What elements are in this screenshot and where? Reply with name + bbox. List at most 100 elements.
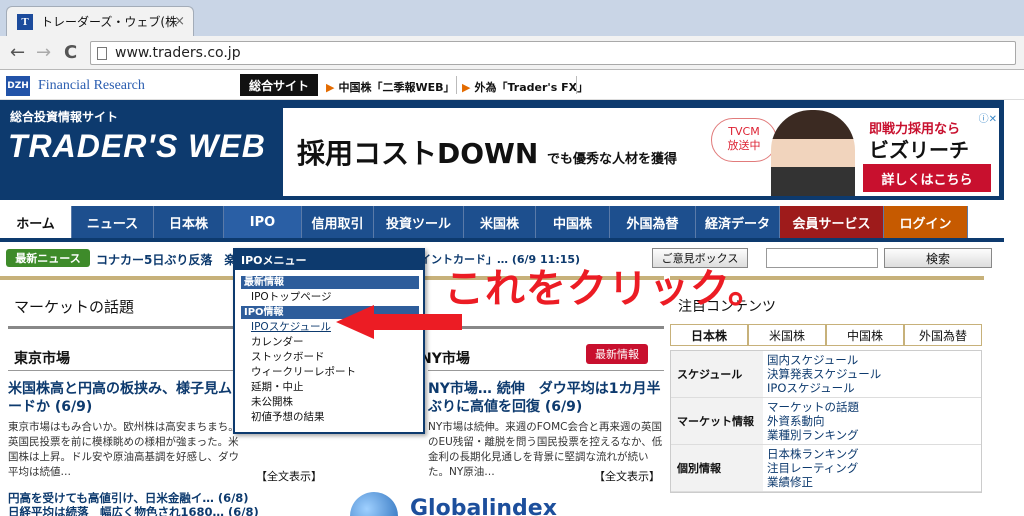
link-foreign-trends[interactable]: 外資系動向 [767,414,977,428]
link-japan-ranking[interactable]: 日本株ランキング [767,447,977,461]
site-tagline: 総合投資情報サイト [10,110,119,124]
ipo-top-page-item[interactable]: IPOトップページ [251,290,331,304]
postponed-item[interactable]: 延期・中止 [251,380,304,394]
sub-news-item[interactable]: 日経平均は続落 幅広く物色され1680… (6/8) [8,504,308,516]
ny-article-headline[interactable]: NY市場… 続伸 ダウ平均は1カ月半ぶりに高値を回復 (6/9) [428,380,668,416]
tokyo-fulltext-link[interactable]: 【全文表示】 [256,468,322,484]
calendar-item[interactable]: カレンダー [251,335,304,349]
link-ipo-schedule[interactable]: IPOスケジュール [767,381,977,395]
tab-china-stocks[interactable]: 中国株 [826,324,904,346]
attention-tabs: 日本株 米国株 中国株 外国為替 [670,324,982,346]
globalindex-logo[interactable]: Globalindex [410,496,557,516]
latest-info-section: 最新情報 [241,276,419,289]
nav-item-2[interactable]: 日本株 [154,206,224,238]
stock-board-item[interactable]: ストックボード [251,350,325,364]
link-ratings[interactable]: 注目レーティング [767,461,977,475]
bizreach-details-button[interactable]: 詳しくはこちら [863,164,991,192]
tab-japan-stocks[interactable]: 日本株 [670,324,748,346]
forward-icon[interactable]: → [36,43,51,63]
ad-banner[interactable]: 採用コストDOWN でも優秀な人材を獲得 TVCM 放送中 即戦力採用なら ビズリ… [283,108,999,196]
latest-news-badge: 最新ニュース [6,249,90,267]
tvcm-label: TVCM [728,125,760,138]
ny-fulltext-link[interactable]: 【全文表示】 [594,468,660,484]
tokyo-market-heading: 東京市場 [14,351,70,367]
attention-table: スケジュール 国内スケジュール 決算発表スケジュール IPOスケジュール マーケ… [670,350,982,493]
nav-item-4[interactable]: 信用取引 [302,206,374,238]
ad-person-image [771,110,855,196]
main-nav: ホーム ニュース 日本株 IPO 信用取引 投資ツール 米国株 中国株 外国為替 経済データ 会員サ… [0,206,1004,238]
row-label: マーケット情報 [671,398,763,444]
tvcm-onair: 放送中 [727,139,761,152]
link-domestic-schedule[interactable]: 国内スケジュール [767,353,977,367]
banner-subtext: でも優秀な人材を獲得 [547,152,678,167]
nav-item-6[interactable]: 米国株 [464,206,536,238]
nav-item-7[interactable]: 中国株 [536,206,610,238]
page-icon [97,46,107,60]
ipo-schedule-item[interactable]: IPOスケジュール [251,320,331,334]
divider [456,76,457,94]
row-links: 日本株ランキング 注目レーティング 業績修正 [763,445,981,491]
ipo-dropdown-menu: IPOメニュー 最新情報 IPOトップページ IPO情報 IPOスケジュール カ… [233,248,425,434]
nav-item-5[interactable]: 投資ツール [374,206,464,238]
red-arrow-icon [336,305,462,339]
site-favicon-icon: T [17,13,33,30]
row-label: 個別情報 [671,445,763,491]
tokyo-article-headline[interactable]: 米国株高と円高の板挟み、様子見ムードか (6/9) [8,380,244,416]
nav-item-11[interactable]: ログイン [884,206,968,238]
table-row: マーケット情報 マーケットの話題 外資系動向 業種別ランキング [671,398,981,445]
nav-item-8[interactable]: 外国為替 [610,206,696,238]
nav-item-10[interactable]: 会員サービス [780,206,884,238]
china-stock-label: 中国株「二季報WEB」 [338,81,455,94]
row-links: マーケットの話題 外資系動向 業種別ランキング [763,398,981,444]
tab-forex[interactable]: 外国為替 [904,324,982,346]
nav-item-1[interactable]: ニュース [72,206,154,238]
financial-research-link[interactable]: Financial Research [38,78,145,94]
nav-item-9[interactable]: 経済データ [696,206,780,238]
ad-close-icon[interactable]: ⓘ✕ [979,110,997,125]
divider [428,370,664,371]
tvcm-badge: TVCM 放送中 [711,118,777,162]
address-bar[interactable]: www.traders.co.jp [90,41,1016,65]
link-sector-ranking[interactable]: 業種別ランキング [767,428,977,442]
general-site-tab[interactable]: 総合サイト [240,74,318,96]
back-icon[interactable]: ← [10,43,25,63]
tokyo-article-body: 東京市場はもみ合いか。欧州株は高安まちまち。英国民投票を前に模様眺めの様相が強ま… [8,421,239,478]
browser-tab[interactable]: T トレーダーズ・ウェブ(株 × [6,6,194,36]
dzh-logo[interactable]: DZH [6,76,30,96]
arrow-right-icon: ▶ [462,81,471,94]
nav-item-3[interactable]: IPO [224,206,302,238]
table-row: スケジュール 国内スケジュール 決算発表スケジュール IPOスケジュール [671,351,981,398]
new-info-button[interactable]: 最新情報 [586,344,648,364]
fx-label: 外為「Trader's FX」 [474,81,589,94]
banner-headline: 採用コストDOWN [297,137,539,170]
bizreach-name: ビズリーチ [869,138,969,162]
divider [576,76,577,94]
url-text: www.traders.co.jp [115,45,241,61]
search-input[interactable] [766,248,878,268]
row-links: 国内スケジュール 決算発表スケジュール IPOスケジュール [763,351,981,397]
ipo-menu-title: IPOメニュー [235,250,423,270]
market-topics-title: マーケットの話題 [14,298,135,316]
row-label: スケジュール [671,351,763,397]
table-row: 個別情報 日本株ランキング 注目レーティング 業績修正 [671,445,981,492]
link-earnings-revision[interactable]: 業績修正 [767,475,977,489]
china-stock-link[interactable]: ▶ 中国株「二季報WEB」 [326,79,455,95]
link-market-topics[interactable]: マーケットの話題 [767,400,977,414]
fx-link[interactable]: ▶ 外為「Trader's FX」 [462,79,588,95]
site-header: 総合投資情報サイト TRADER'S WEB 採用コストDOWN でも優秀な人材… [0,100,1004,200]
nav-item-0[interactable]: ホーム [0,206,72,238]
search-button[interactable]: 検索 [884,248,992,268]
weekly-report-item[interactable]: ウィークリーレポート [251,365,356,379]
arrow-right-icon: ▶ [326,81,335,94]
unlisted-stock-item[interactable]: 未公開株 [251,395,293,409]
top-bar: DZH Financial Research 総合サイト ▶ 中国株「二季報WEB… [0,70,1024,100]
reload-icon[interactable]: C [64,43,77,63]
divider [8,370,244,371]
latest-news-headline[interactable]: コナカー5日ぶり反落 楽 [96,251,236,268]
nav-underline [0,238,1004,242]
link-earnings-schedule[interactable]: 決算発表スケジュール [767,367,977,381]
tab-close-icon[interactable]: × [174,14,185,29]
tab-us-stocks[interactable]: 米国株 [748,324,826,346]
traders-web-logo[interactable]: TRADER'S WEB [8,128,266,165]
first-price-forecast-item[interactable]: 初値予想の結果 [251,410,325,424]
